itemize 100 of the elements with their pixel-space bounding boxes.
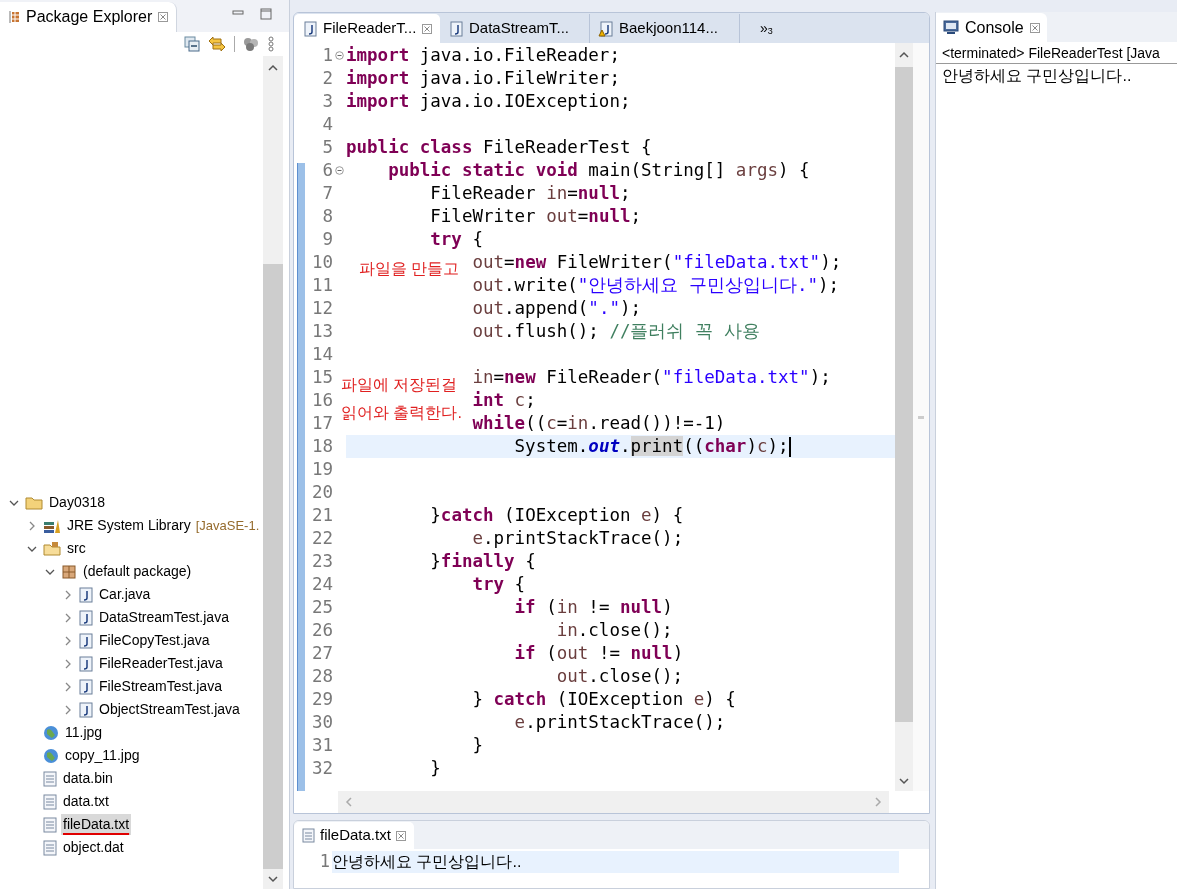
horizontal-scrollbar[interactable]: [338, 791, 889, 813]
chevron-right-icon[interactable]: [63, 589, 73, 600]
editor-tab[interactable]: fileData.txt: [294, 822, 414, 849]
tree-item[interactable]: 11.jpg: [63, 722, 105, 743]
java-file-icon: [79, 655, 93, 672]
tree-item[interactable]: (default package): [81, 561, 194, 582]
chevron-right-icon[interactable]: [63, 635, 73, 646]
chevron-right-icon[interactable]: [63, 704, 73, 715]
view-tab[interactable]: Console: [936, 13, 1047, 42]
text-file-icon: [43, 793, 57, 810]
line-number: 11: [310, 274, 333, 297]
code-line: if (in != null): [514, 596, 673, 619]
line-number: 30: [310, 711, 333, 734]
text-file-icon: [43, 839, 57, 856]
line-number: 20: [310, 481, 333, 504]
scroll-right-icon[interactable]: [873, 796, 883, 808]
code-line: try {: [430, 228, 483, 251]
close-icon[interactable]: [422, 23, 432, 34]
collapse-all-icon[interactable]: [184, 36, 200, 52]
line-number: 17: [310, 412, 333, 435]
link-arrows-icon[interactable]: [208, 36, 226, 52]
chevron-right-icon[interactable]: [63, 681, 73, 692]
tree-item-decoration: [JavaSE-1.: [195, 516, 260, 535]
tree-item[interactable]: JRE System Library: [65, 515, 193, 536]
line-number: 19: [310, 458, 333, 481]
scroll-left-icon[interactable]: [344, 796, 354, 808]
code-line: import java.io.IOException;: [346, 90, 631, 113]
chevron-right-icon[interactable]: [63, 612, 73, 623]
tree-item[interactable]: copy_11.jpg: [63, 745, 142, 766]
close-icon[interactable]: [158, 12, 169, 22]
editor-tab[interactable]: Baekjoon114...: [590, 14, 740, 43]
code-line: }: [472, 734, 483, 757]
code-line: out.write("안녕하세요 구민상입니다.");: [472, 274, 840, 297]
code-line: e.printStackTrace();: [514, 711, 726, 734]
line-number: 3: [321, 90, 333, 113]
code-line: }finally {: [430, 550, 536, 573]
tree-item[interactable]: DataStreamTest.java: [97, 607, 231, 628]
tab-overflow-button[interactable]: »3: [760, 14, 773, 43]
tree-item[interactable]: data.txt: [61, 791, 111, 812]
tree-item[interactable]: object.dat: [61, 837, 126, 858]
close-icon[interactable]: [395, 830, 406, 841]
tree-item[interactable]: src: [65, 538, 88, 559]
text-caret: [788, 436, 791, 457]
annotation-note: 파일을 만들고: [359, 259, 460, 279]
code-line: import java.io.FileReader;: [346, 44, 620, 67]
line-number: 18: [310, 435, 333, 458]
editor-tab[interactable]: FileReaderT...: [294, 14, 440, 43]
view-menu-icon[interactable]: [267, 36, 275, 52]
line-number: 10: [310, 251, 333, 274]
code-line: out.append(".");: [472, 297, 642, 320]
tree-item[interactable]: Car.java: [97, 584, 153, 605]
code-line: System.out.print((char)c);: [514, 435, 789, 458]
chevron-right-icon[interactable]: [27, 520, 37, 531]
tree-item[interactable]: FileCopyTest.java: [97, 630, 212, 651]
line-number: 13: [310, 320, 333, 343]
code-line: import java.io.FileWriter;: [346, 67, 620, 90]
scroll-down-icon[interactable]: [267, 873, 279, 885]
editor-tab[interactable]: DataStreamT...: [440, 14, 590, 43]
globe-icon: [43, 724, 59, 741]
filter-icon[interactable]: [243, 37, 259, 51]
scroll-down-icon[interactable]: [898, 775, 910, 787]
text-file-icon: [302, 828, 315, 843]
java-file-icon: [448, 20, 464, 37]
java-file-icon: [302, 20, 318, 37]
tree-item[interactable]: fileData.txt: [61, 814, 132, 835]
collapse-icon[interactable]: [335, 166, 344, 175]
code-line: } catch (IOException e) {: [472, 688, 736, 711]
line-number: 1: [318, 850, 331, 874]
line-number: 26: [310, 619, 333, 642]
line-number: 24: [310, 573, 333, 596]
package-icon: [61, 563, 77, 580]
tree-item[interactable]: ObjectStreamTest.java: [97, 699, 242, 720]
code-line: out.flush(); //플러쉬 꼭 사용: [472, 320, 760, 343]
code-line: public static void main(String[] args) {: [388, 159, 810, 182]
tree-item[interactable]: Day0318: [47, 492, 108, 513]
java-file-icon: [79, 701, 93, 718]
line-number: 12: [310, 297, 333, 320]
line-number: 27: [310, 642, 333, 665]
code-line: in=new FileReader("fileData.txt");: [472, 366, 831, 389]
code-line: while((c=in.read())!=-1): [472, 412, 726, 435]
line-number: 21: [310, 504, 333, 527]
line-number: 8: [321, 205, 333, 228]
collapse-icon[interactable]: [335, 51, 344, 60]
code-line: out.close();: [556, 665, 684, 688]
line-number: 4: [321, 113, 333, 136]
maximize-icon[interactable]: [259, 7, 273, 21]
tree-item[interactable]: FileReaderTest.java: [97, 653, 225, 674]
code-line: }: [430, 757, 441, 780]
java-file-warning-icon: [598, 20, 614, 37]
vertical-scrollbar[interactable]: [263, 56, 283, 889]
tree-item[interactable]: FileStreamTest.java: [97, 676, 224, 697]
annotation-note: 파일에 저장된걸: [341, 375, 458, 395]
tree-item[interactable]: data.bin: [61, 768, 115, 789]
line-number: 16: [310, 389, 333, 412]
view-tab[interactable]: Package Explorer: [0, 2, 178, 32]
line-number: 9: [321, 228, 333, 251]
line-number: 15: [310, 366, 333, 389]
chevron-right-icon[interactable]: [63, 658, 73, 669]
close-icon[interactable]: [1029, 22, 1040, 33]
scrollbar-thumb[interactable]: [263, 264, 283, 869]
